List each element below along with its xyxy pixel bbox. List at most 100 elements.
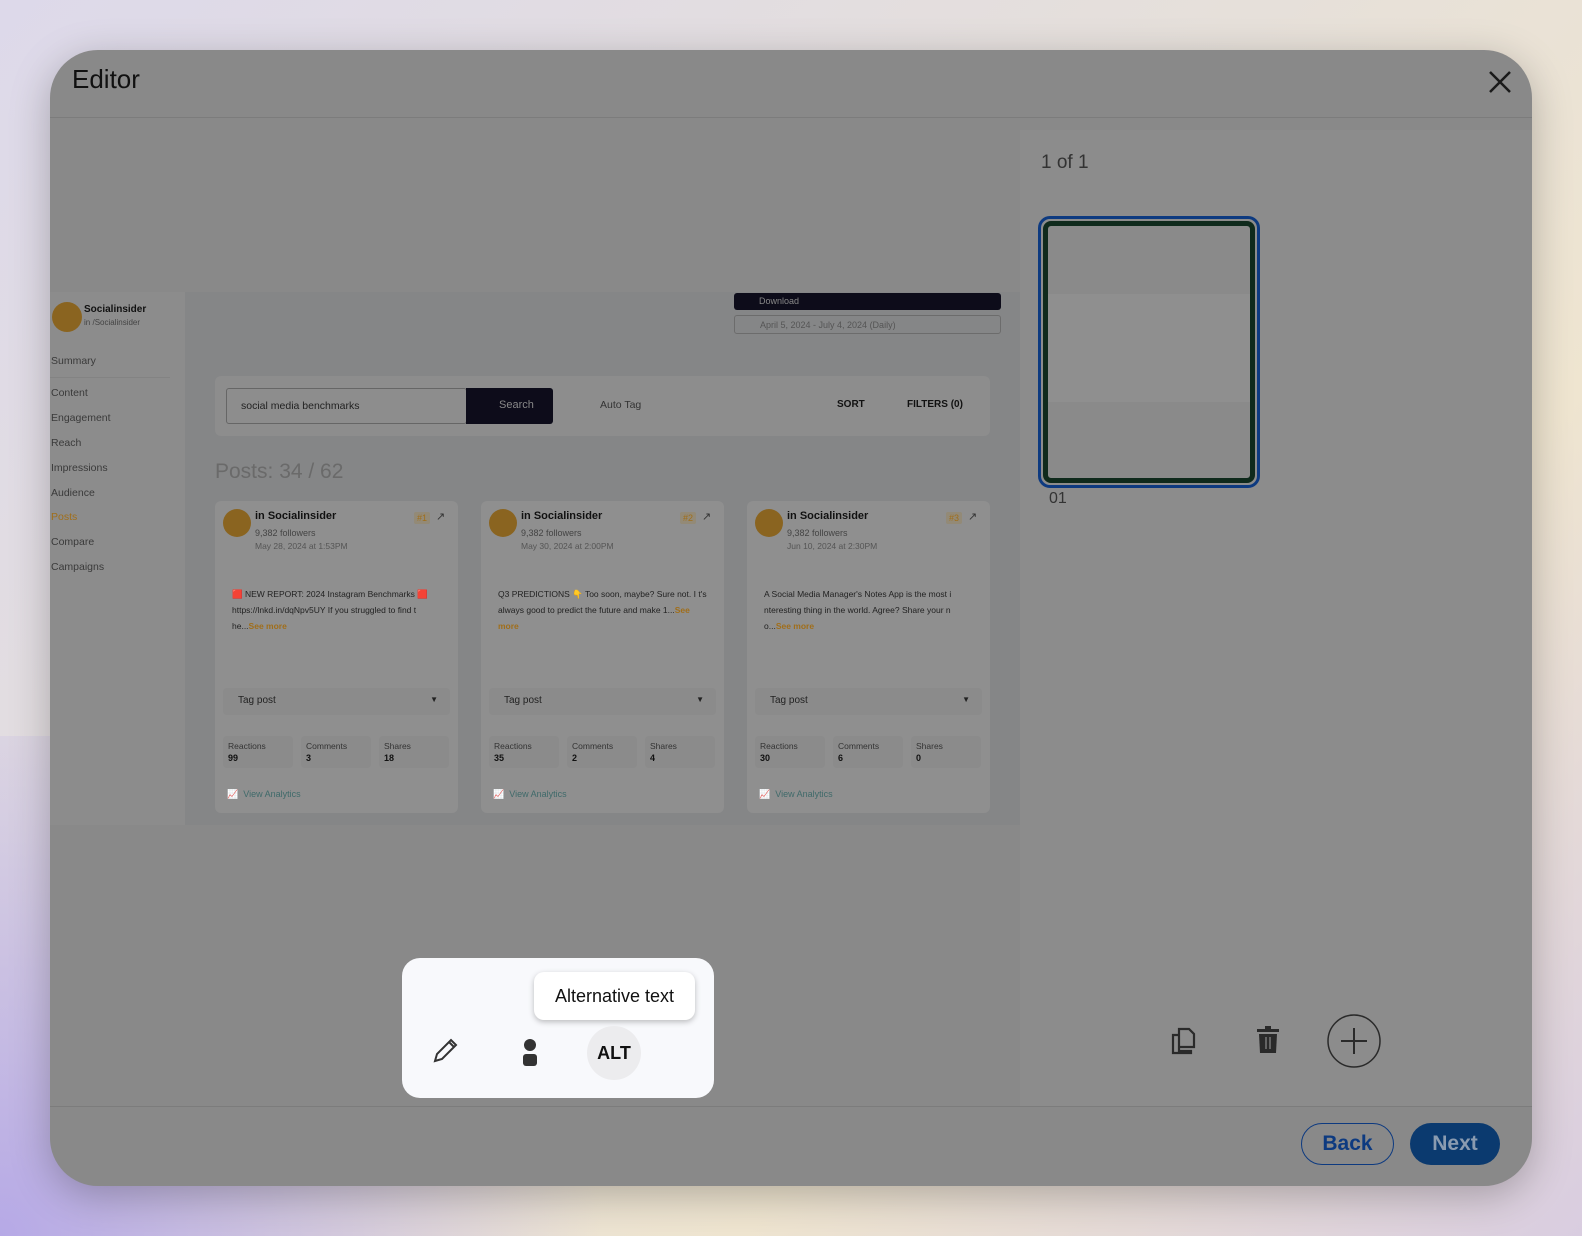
posts-count: Posts: 34 / 62 <box>215 460 344 483</box>
account-name: Socialinsider <box>84 304 147 315</box>
search-bar: social media benchmarks Search Auto Tag … <box>215 376 990 436</box>
stat-2: Shares 18 <box>379 736 449 768</box>
post-avatar <box>489 509 517 537</box>
stat-1: Comments 6 <box>833 736 903 768</box>
stat-label: Reactions <box>494 741 532 751</box>
stat-value: 2 <box>572 753 578 763</box>
page-thumbnail[interactable] <box>1038 216 1260 488</box>
person-icon[interactable] <box>520 1038 540 1068</box>
stat-0: Reactions 30 <box>755 736 825 768</box>
post-card: in Socialinsider 9,382 followers Jun 10,… <box>747 501 990 813</box>
external-link-icon[interactable]: ↗ <box>436 510 445 523</box>
account-handle: /Socialinsider <box>92 318 141 327</box>
followers: 9,382 followers <box>255 528 316 538</box>
tag-post-label: Tag post <box>770 695 808 706</box>
next-button[interactable]: Next <box>1410 1123 1500 1165</box>
nav-reach[interactable]: Reach <box>51 437 81 449</box>
see-more-link[interactable]: See more <box>776 621 814 631</box>
post-card: in Socialinsider 9,382 followers May 28,… <box>215 501 458 813</box>
post-date: May 30, 2024 at 2:00PM <box>521 541 614 551</box>
stat-value: 6 <box>838 753 844 763</box>
alt-text-button[interactable]: ALT <box>587 1026 641 1080</box>
view-analytics-label: View Analytics <box>509 789 567 799</box>
tooltip: Alternative text <box>534 972 695 1020</box>
stat-1: Comments 2 <box>567 736 637 768</box>
stat-value: 3 <box>306 753 312 763</box>
search-button[interactable]: Search <box>466 388 553 424</box>
stat-value: 4 <box>650 753 656 763</box>
network-label: in <box>521 510 531 522</box>
auto-tag-button[interactable]: Auto Tag <box>600 399 641 411</box>
date-range-select[interactable]: April 5, 2024 - July 4, 2024 (Daily) <box>734 315 1001 334</box>
stat-value: 0 <box>916 753 922 763</box>
stat-2: Shares 4 <box>645 736 715 768</box>
footer-divider <box>50 1106 1532 1107</box>
stat-0: Reactions 99 <box>223 736 293 768</box>
pencil-icon[interactable] <box>430 1036 460 1066</box>
image-toolbar: Alternative text ALT <box>402 958 714 1098</box>
stat-0: Reactions 35 <box>489 736 559 768</box>
nav-impressions[interactable]: Impressions <box>51 462 108 474</box>
external-link-icon[interactable]: ↗ <box>968 510 977 523</box>
stat-value: 18 <box>384 753 395 763</box>
stat-label: Comments <box>306 741 348 751</box>
external-link-icon[interactable]: ↗ <box>702 510 711 523</box>
nav-compare[interactable]: Compare <box>51 536 94 548</box>
rank-badge: #3 <box>946 512 963 524</box>
stat-value: 30 <box>760 753 771 763</box>
add-icon[interactable] <box>1327 1014 1381 1068</box>
tag-post-select[interactable]: Tag post ▼ <box>755 688 982 715</box>
caret-down-icon: ▼ <box>696 695 704 704</box>
view-analytics-link[interactable]: 📈 View Analytics <box>759 789 833 800</box>
view-analytics-link[interactable]: 📈 View Analytics <box>227 789 301 800</box>
stat-value: 99 <box>228 753 239 763</box>
tag-post-select[interactable]: Tag post ▼ <box>223 688 450 715</box>
stat-label: Reactions <box>760 741 798 751</box>
tag-post-label: Tag post <box>504 695 542 706</box>
post-author: Socialinsider <box>533 510 603 522</box>
post-date: Jun 10, 2024 at 2:30PM <box>787 541 878 551</box>
filters-button[interactable]: FILTERS (0) <box>907 399 963 410</box>
chart-icon: 📈 <box>759 789 771 799</box>
back-button[interactable]: Back <box>1301 1123 1394 1165</box>
network-label: in <box>84 318 91 327</box>
post-author: Socialinsider <box>799 510 869 522</box>
tag-post-select[interactable]: Tag post ▼ <box>489 688 716 715</box>
nav-engagement[interactable]: Engagement <box>51 412 111 424</box>
post-avatar <box>755 509 783 537</box>
close-icon[interactable] <box>1486 68 1514 96</box>
view-analytics-link[interactable]: 📈 View Analytics <box>493 789 567 800</box>
embedded-main: Download April 5, 2024 - July 4, 2024 (D… <box>185 292 1020 825</box>
nav-audience[interactable]: Audience <box>51 487 95 499</box>
chart-icon: 📈 <box>493 789 505 799</box>
nav-summary[interactable]: Summary <box>51 355 96 367</box>
stat-value: 35 <box>494 753 505 763</box>
tag-post-label: Tag post <box>238 695 276 706</box>
nav-campaigns[interactable]: Campaigns <box>51 561 104 573</box>
view-analytics-label: View Analytics <box>243 789 301 799</box>
canvas-image[interactable]: Socialinsider in /Socialinsider Summary … <box>50 292 1020 825</box>
header-divider <box>50 117 1532 118</box>
nav-content[interactable]: Content <box>51 387 88 399</box>
stat-label: Shares <box>384 741 411 751</box>
stat-label: Reactions <box>228 741 266 751</box>
network-label: in <box>787 510 797 522</box>
post-avatar <box>223 509 251 537</box>
chart-icon: 📈 <box>227 789 239 799</box>
followers: 9,382 followers <box>787 528 848 538</box>
rank-badge: #1 <box>414 512 431 524</box>
view-analytics-label: View Analytics <box>775 789 833 799</box>
search-input[interactable]: social media benchmarks <box>226 388 467 424</box>
stat-1: Comments 3 <box>301 736 371 768</box>
see-more-link[interactable]: See more <box>249 621 287 631</box>
stat-label: Comments <box>838 741 880 751</box>
download-button[interactable]: Download <box>734 293 1001 310</box>
editor-title: Editor <box>72 64 140 94</box>
editor-modal: Editor Socialinsider in /Socialinsider S… <box>50 50 1532 1186</box>
nav-posts[interactable]: Posts <box>51 511 77 523</box>
sort-button[interactable]: SORT <box>837 399 865 410</box>
trash-icon[interactable] <box>1257 1026 1279 1054</box>
duplicate-icon[interactable] <box>1170 1027 1196 1055</box>
followers: 9,382 followers <box>521 528 582 538</box>
network-label: in <box>255 510 265 522</box>
